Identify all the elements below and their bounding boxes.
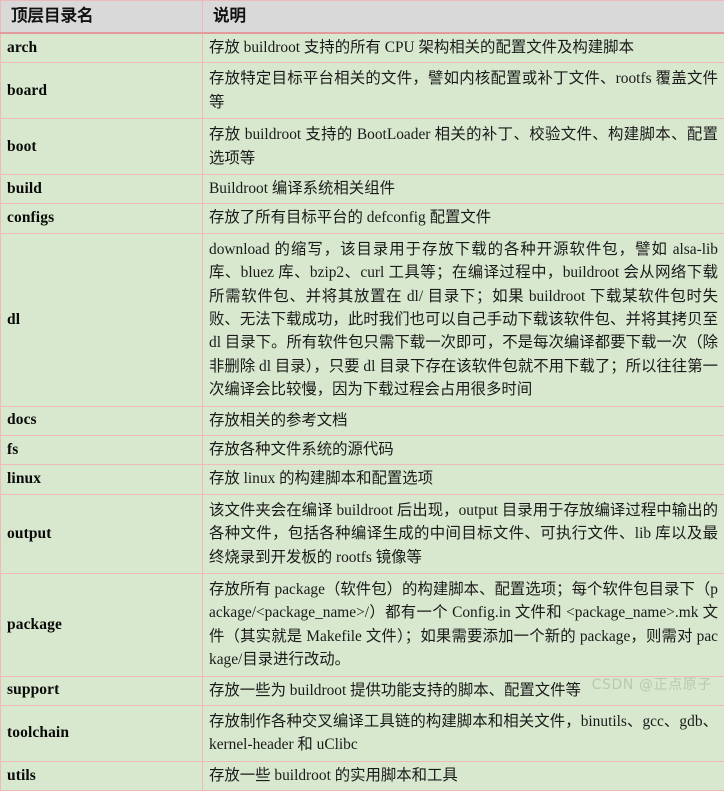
cell-directory-name: configs xyxy=(1,204,203,233)
table-row: board 存放特定目标平台相关的文件，譬如内核配置或补丁文件、rootfs 覆… xyxy=(1,63,724,119)
table-header: 顶层目录名 说明 xyxy=(1,1,724,33)
column-header-directory-name: 顶层目录名 xyxy=(1,1,203,33)
cell-directory-name: boot xyxy=(1,119,203,175)
cell-description: Buildroot 编译系统相关组件 xyxy=(203,174,724,203)
table-row: utils 存放一些 buildroot 的实用脚本和工具 xyxy=(1,761,724,790)
cell-description: 存放 buildroot 支持的所有 CPU 架构相关的配置文件及构建脚本 xyxy=(203,33,724,63)
cell-directory-name: docs xyxy=(1,406,203,435)
cell-directory-name: output xyxy=(1,494,203,573)
cell-description: 存放各种文件系统的源代码 xyxy=(203,436,724,465)
table-row: support 存放一些为 buildroot 提供功能支持的脚本、配置文件等 xyxy=(1,676,724,705)
cell-directory-name: fs xyxy=(1,436,203,465)
cell-description: 存放 linux 的构建脚本和配置选项 xyxy=(203,465,724,494)
cell-directory-name: arch xyxy=(1,33,203,63)
table-row: build Buildroot 编译系统相关组件 xyxy=(1,174,724,203)
cell-directory-name: utils xyxy=(1,761,203,790)
cell-description: 存放一些为 buildroot 提供功能支持的脚本、配置文件等 xyxy=(203,676,724,705)
cell-description: 该文件夹会在编译 buildroot 后出现，output 目录用于存放编译过程… xyxy=(203,494,724,573)
table-row: toolchain 存放制作各种交叉编译工具链的构建脚本和相关文件，binuti… xyxy=(1,706,724,762)
table-body: arch 存放 buildroot 支持的所有 CPU 架构相关的配置文件及构建… xyxy=(1,33,724,791)
table-row: fs 存放各种文件系统的源代码 xyxy=(1,436,724,465)
cell-description: download 的缩写，该目录用于存放下载的各种开源软件包，譬如 alsa-l… xyxy=(203,233,724,406)
cell-description: 存放相关的参考文档 xyxy=(203,406,724,435)
cell-description: 存放特定目标平台相关的文件，譬如内核配置或补丁文件、rootfs 覆盖文件等 xyxy=(203,63,724,119)
cell-description: 存放一些 buildroot 的实用脚本和工具 xyxy=(203,761,724,790)
table-row: output 该文件夹会在编译 buildroot 后出现，output 目录用… xyxy=(1,494,724,573)
table-row: boot 存放 buildroot 支持的 BootLoader 相关的补丁、校… xyxy=(1,119,724,175)
table-header-row: 顶层目录名 说明 xyxy=(1,1,724,33)
cell-directory-name: build xyxy=(1,174,203,203)
cell-description: 存放了所有目标平台的 defconfig 配置文件 xyxy=(203,204,724,233)
table-row: arch 存放 buildroot 支持的所有 CPU 架构相关的配置文件及构建… xyxy=(1,33,724,63)
cell-description: 存放制作各种交叉编译工具链的构建脚本和相关文件，binutils、gcc、gdb… xyxy=(203,706,724,762)
table-row: docs 存放相关的参考文档 xyxy=(1,406,724,435)
cell-directory-name: linux xyxy=(1,465,203,494)
directory-table-container: 顶层目录名 说明 arch 存放 buildroot 支持的所有 CPU 架构相… xyxy=(0,0,724,702)
table-row: package 存放所有 package（软件包）的构建脚本、配置选项；每个软件… xyxy=(1,574,724,677)
cell-description: 存放所有 package（软件包）的构建脚本、配置选项；每个软件包目录下（pac… xyxy=(203,574,724,677)
cell-directory-name: toolchain xyxy=(1,706,203,762)
table-row: configs 存放了所有目标平台的 defconfig 配置文件 xyxy=(1,204,724,233)
cell-directory-name: board xyxy=(1,63,203,119)
cell-directory-name: dl xyxy=(1,233,203,406)
table-row: linux 存放 linux 的构建脚本和配置选项 xyxy=(1,465,724,494)
buildroot-directory-table: 顶层目录名 说明 arch 存放 buildroot 支持的所有 CPU 架构相… xyxy=(0,0,724,791)
table-row: dl download 的缩写，该目录用于存放下载的各种开源软件包，譬如 als… xyxy=(1,233,724,406)
cell-directory-name: package xyxy=(1,574,203,677)
cell-description: 存放 buildroot 支持的 BootLoader 相关的补丁、校验文件、构… xyxy=(203,119,724,175)
column-header-description: 说明 xyxy=(203,1,724,33)
cell-directory-name: support xyxy=(1,676,203,705)
